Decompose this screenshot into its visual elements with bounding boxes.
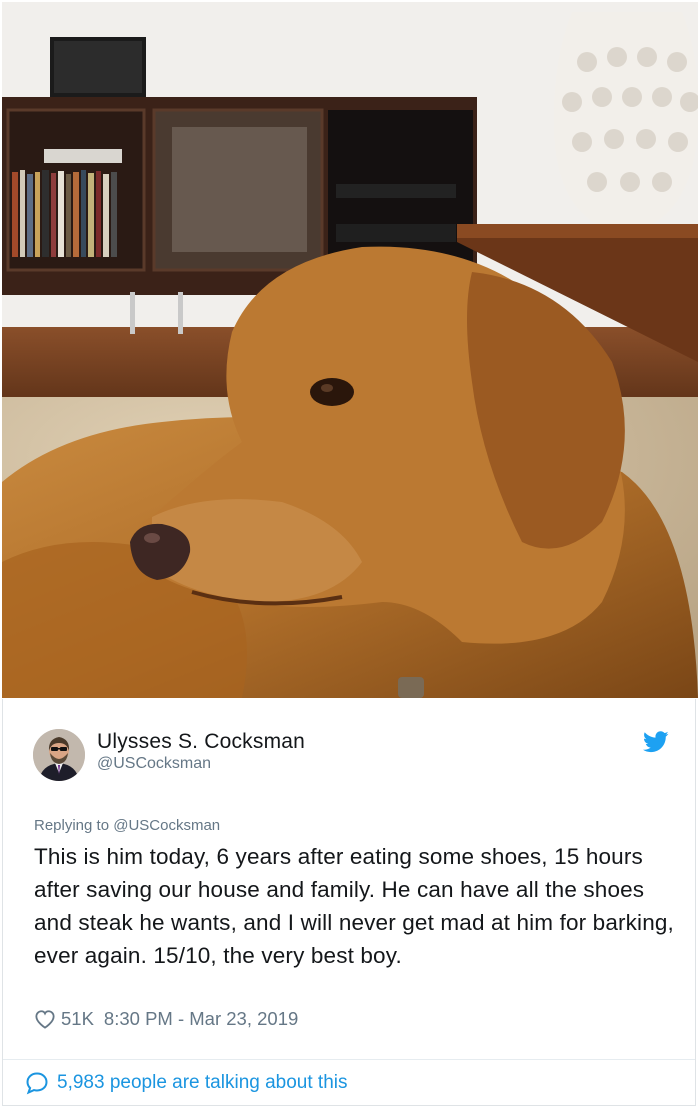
author-name[interactable]: Ulysses S. Cocksman	[97, 730, 305, 754]
tweet-text: This is him today, 6 years after eating …	[34, 844, 674, 968]
tweet-photo[interactable]	[2, 2, 698, 698]
replying-to[interactable]: Replying to @USCocksman	[34, 817, 220, 834]
twitter-bird-icon[interactable]	[643, 731, 669, 753]
talking-count[interactable]: 5,983 people are talking about this	[57, 1072, 348, 1094]
heart-icon[interactable]	[34, 1009, 56, 1029]
speech-bubble-icon	[26, 1072, 48, 1095]
author-avatar-image	[33, 729, 85, 781]
tweet-meta: 51K 8:30 PM - Mar 23, 2019	[34, 1008, 298, 1030]
golden-retriever-photo	[2, 2, 698, 698]
conversation-link[interactable]: 5,983 people are talking about this	[25, 1071, 348, 1095]
like-count[interactable]: 51K	[61, 1008, 94, 1030]
tweet-card: Ulysses S. Cocksman @USCocksman Replying…	[2, 699, 696, 1106]
author-handle[interactable]: @USCocksman	[97, 755, 211, 773]
divider	[3, 1059, 695, 1060]
timestamp[interactable]: 8:30 PM - Mar 23, 2019	[104, 1008, 298, 1030]
avatar[interactable]	[33, 729, 85, 781]
